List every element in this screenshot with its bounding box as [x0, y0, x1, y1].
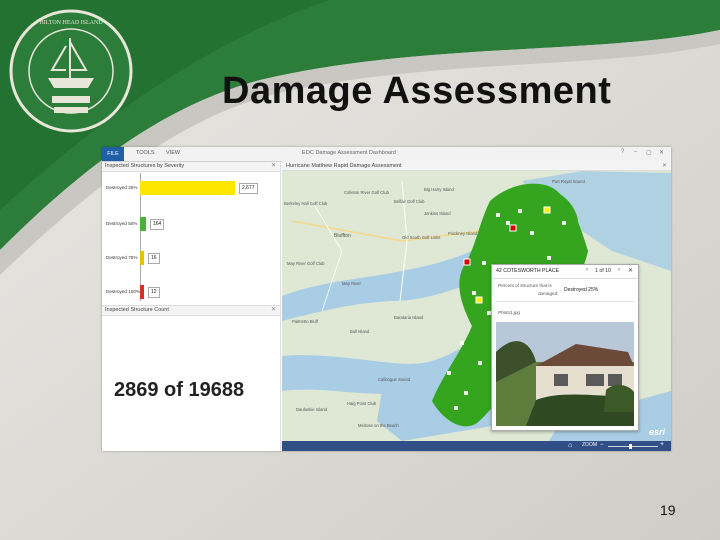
map-label: May River — [342, 281, 361, 286]
map-label: Bull Island — [350, 329, 370, 334]
slide-title: Damage Assessment — [222, 70, 612, 112]
map-label: Pinckney Island — [448, 231, 478, 236]
map-label: Melrose on the Beach — [358, 423, 399, 428]
close-window-button[interactable]: ✕ — [659, 149, 664, 156]
map-label: Berkeley Hall Golf Club — [284, 201, 328, 206]
chevron-right-icon[interactable]: › — [618, 267, 620, 273]
severity-panel-close-icon[interactable]: ✕ — [271, 162, 276, 171]
popup-field-label-line2: damaged: — [538, 291, 559, 296]
map-panel[interactable]: Hurricane Matthew Rapid Damage Assessmen… — [282, 161, 671, 451]
structure-count-value: 2869 of 19688 — [114, 379, 245, 401]
severity-bar-value: 12 — [148, 287, 160, 298]
severity-panel: Inspected Structures by Severity ✕ Destr… — [102, 162, 281, 306]
map-panel-header: Hurricane Matthew Rapid Damage Assessmen… — [282, 161, 671, 171]
feature-popup: 42 COTESWORTH PLACE 1 of 10 ‹ › ✕ Percen… — [491, 264, 639, 431]
zoom-out-icon[interactable]: − — [600, 442, 604, 448]
severity-bar-row[interactable]: Destroyed 100% 12 — [102, 285, 278, 299]
town-seal-logo: HILTON HEAD ISLAND — [9, 9, 133, 133]
severity-bar-value: 164 — [150, 219, 165, 230]
map-label: Jenkins Island — [424, 211, 451, 216]
severity-bar-label: Destroyed 25% — [106, 185, 138, 190]
map-label: Palmetto Bluff — [292, 319, 318, 324]
help-button[interactable]: ? — [621, 149, 624, 155]
map-label: Bluffton — [334, 233, 351, 239]
ribbon: FILE TOOLS VIEW EOC Damage Assessment Da… — [102, 147, 671, 162]
map-label: Port Royal Sound — [552, 179, 585, 184]
severity-bar-row[interactable]: Destroyed 25% 2,677 — [102, 181, 278, 195]
map-title: Hurricane Matthew Rapid Damage Assessmen… — [286, 163, 402, 169]
severity-bar[interactable] — [140, 251, 144, 265]
severity-panel-header: Inspected Structures by Severity ✕ — [102, 162, 280, 172]
severity-bar[interactable] — [140, 217, 146, 231]
severity-bar[interactable] — [140, 285, 144, 299]
count-panel: Inspected Structure Count ✕ 2869 of 1968… — [102, 306, 281, 451]
popup-field-value: Destroyed 25% — [564, 287, 599, 293]
severity-bar-label: Destroyed 50% — [106, 221, 138, 226]
severity-bar-label: Destroyed 75% — [106, 255, 138, 260]
maximize-button[interactable]: ▢ — [646, 149, 652, 156]
popup-title: 42 COTESWORTH PLACE — [496, 268, 560, 274]
svg-text:HILTON HEAD ISLAND: HILTON HEAD ISLAND — [39, 20, 103, 26]
popup-pager[interactable]: 1 of 10 — [595, 268, 611, 274]
map-footer-bar: ⌂ ZOOM − + — [282, 441, 671, 451]
count-panel-close-icon[interactable]: ✕ — [271, 306, 276, 315]
esri-logo: esri — [648, 427, 665, 437]
severity-panel-title: Inspected Structures by Severity — [105, 163, 185, 169]
popup-photo-caption: Photo1.jpg — [498, 310, 520, 315]
ribbon-tab-tools[interactable]: TOOLS — [136, 150, 155, 156]
severity-bar-label: Destroyed 100% — [106, 289, 140, 294]
zoom-in-icon[interactable]: + — [660, 441, 664, 448]
severity-bar-row[interactable]: Destroyed 75% 16 — [102, 251, 278, 265]
severity-bar-value: 16 — [148, 253, 160, 264]
map-label: Colleton River Golf Club — [344, 190, 389, 195]
count-panel-header: Inspected Structure Count ✕ — [102, 306, 280, 316]
popup-header: 42 COTESWORTH PLACE 1 of 10 ‹ › ✕ — [492, 265, 638, 279]
map-label: Barataria Island — [394, 315, 424, 320]
map-label: Calibogue Sound — [378, 377, 411, 382]
severity-bar-row[interactable]: Destroyed 50% 164 — [102, 217, 278, 231]
map-label: Belfair Golf Club — [394, 199, 425, 204]
zoom-slider[interactable] — [608, 446, 658, 447]
popup-field-label-line1: Percent of structure that is — [498, 283, 552, 288]
dashboard-window: FILE TOOLS VIEW EOC Damage Assessment Da… — [102, 147, 671, 451]
map-label: Old South Golf Links — [402, 235, 441, 240]
severity-bar[interactable] — [140, 181, 235, 195]
count-panel-title: Inspected Structure Count — [105, 307, 169, 313]
minimize-button[interactable]: – — [634, 149, 637, 155]
page-number: 19 — [660, 502, 676, 518]
chevron-left-icon[interactable]: ‹ — [586, 267, 588, 273]
house-photo[interactable] — [496, 322, 634, 426]
map-label: Haig Point Club — [347, 401, 377, 406]
map-label: Daufuskie Island — [296, 407, 327, 412]
popup-close-icon[interactable]: ✕ — [628, 267, 633, 274]
window-title: EOC Damage Assessment Dashboard — [302, 150, 396, 156]
map-label: May River Golf Club — [287, 261, 325, 266]
map-panel-close-icon[interactable]: ✕ — [662, 161, 667, 171]
zoom-slider-handle[interactable] — [629, 444, 632, 449]
zoom-label: ZOOM — [582, 442, 597, 448]
popup-divider — [496, 301, 634, 302]
severity-bar-value: 2,677 — [239, 183, 258, 194]
home-icon[interactable]: ⌂ — [568, 442, 572, 449]
ribbon-tab-view[interactable]: VIEW — [166, 150, 180, 156]
ribbon-tab-file[interactable]: FILE — [102, 147, 124, 161]
map-label: Big Harry Island — [424, 187, 454, 192]
